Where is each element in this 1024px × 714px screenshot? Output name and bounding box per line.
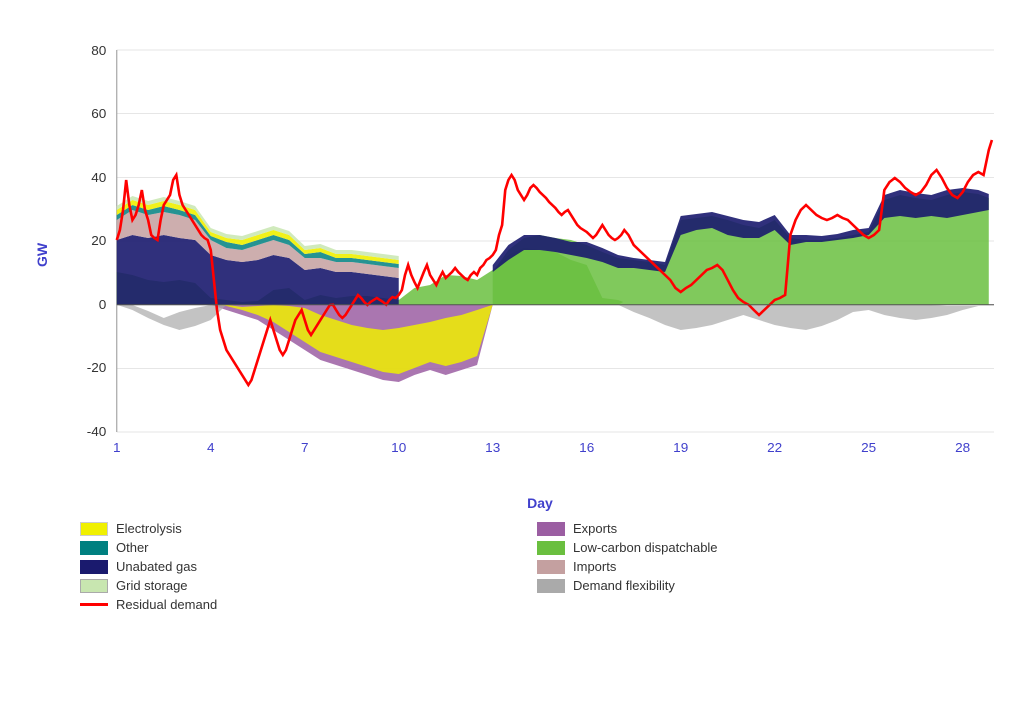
svg-text:16: 16 bbox=[579, 440, 594, 455]
legend-right-col: Exports Low-carbon dispatchable Imports … bbox=[537, 521, 994, 612]
imports-label: Imports bbox=[573, 559, 616, 574]
electrolysis-swatch bbox=[80, 522, 108, 536]
demand-flexibility-label: Demand flexibility bbox=[573, 578, 675, 593]
svg-text:19: 19 bbox=[673, 440, 688, 455]
svg-text:22: 22 bbox=[767, 440, 782, 455]
exports-label: Exports bbox=[573, 521, 617, 536]
svg-text:80: 80 bbox=[91, 43, 106, 58]
low-carbon-swatch bbox=[537, 541, 565, 555]
legend-imports: Imports bbox=[537, 559, 994, 574]
svg-text:28: 28 bbox=[955, 440, 970, 455]
electrolysis-label: Electrolysis bbox=[116, 521, 182, 536]
svg-text:60: 60 bbox=[91, 106, 106, 121]
svg-text:20: 20 bbox=[91, 233, 106, 248]
svg-text:4: 4 bbox=[207, 440, 215, 455]
legend-residual-demand: Residual demand bbox=[80, 597, 537, 612]
x-axis-container: Day bbox=[80, 495, 1000, 511]
low-carbon-label: Low-carbon dispatchable bbox=[573, 540, 718, 555]
svg-text:10: 10 bbox=[391, 440, 406, 455]
grid-storage-swatch bbox=[80, 579, 108, 593]
svg-text:7: 7 bbox=[301, 440, 309, 455]
x-axis-label: Day bbox=[80, 495, 1000, 511]
legend-other: Other bbox=[80, 540, 537, 555]
demand-flexibility-negative bbox=[117, 305, 227, 330]
demand-flexibility-swatch bbox=[537, 579, 565, 593]
legend-electrolysis: Electrolysis bbox=[80, 521, 537, 536]
legend-demand-flexibility: Demand flexibility bbox=[537, 578, 994, 593]
exports-swatch bbox=[537, 522, 565, 536]
other-label: Other bbox=[116, 540, 149, 555]
demand-flexibility-negative2 bbox=[618, 305, 989, 330]
grid-storage-label: Grid storage bbox=[116, 578, 188, 593]
svg-text:-40: -40 bbox=[87, 424, 107, 439]
svg-text:1: 1 bbox=[113, 440, 121, 455]
other-swatch bbox=[80, 541, 108, 555]
y-axis-label: GW bbox=[34, 243, 50, 267]
legend-left-col: Electrolysis Other Unabated gas Grid sto… bbox=[80, 521, 537, 612]
unabated-gas-label: Unabated gas bbox=[116, 559, 197, 574]
svg-text:40: 40 bbox=[91, 170, 106, 185]
imports-swatch bbox=[537, 560, 565, 574]
chart-legend: Electrolysis Other Unabated gas Grid sto… bbox=[80, 521, 994, 612]
chart-svg: 80 60 40 20 0 -20 -40 bbox=[75, 20, 994, 490]
svg-text:0: 0 bbox=[99, 297, 107, 312]
svg-text:-20: -20 bbox=[87, 360, 107, 375]
unabated-gas-swatch bbox=[80, 560, 108, 574]
legend-unabated-gas: Unabated gas bbox=[80, 559, 537, 574]
chart-container: GW 80 60 40 20 0 bbox=[0, 0, 1024, 714]
legend-low-carbon: Low-carbon dispatchable bbox=[537, 540, 994, 555]
legend-grid-storage: Grid storage bbox=[80, 578, 537, 593]
svg-text:25: 25 bbox=[861, 440, 876, 455]
residual-demand-swatch bbox=[80, 603, 108, 606]
residual-demand-label: Residual demand bbox=[116, 597, 217, 612]
svg-text:13: 13 bbox=[485, 440, 500, 455]
legend-exports: Exports bbox=[537, 521, 994, 536]
